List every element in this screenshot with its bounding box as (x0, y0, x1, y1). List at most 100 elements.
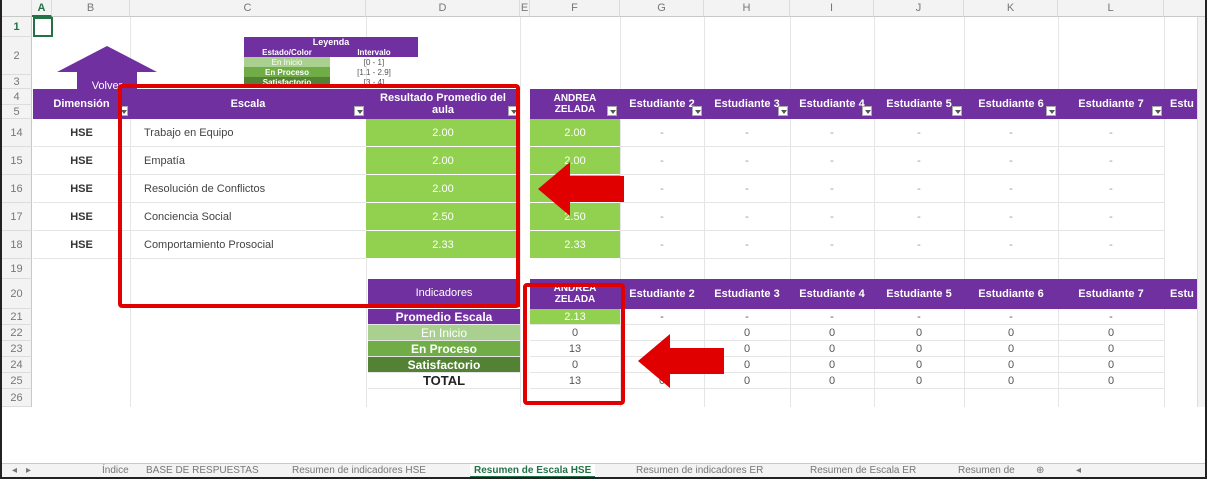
cell-student-score[interactable]: - (1058, 203, 1164, 231)
row-header[interactable]: 15 (2, 147, 32, 175)
cell-student-score[interactable]: - (704, 147, 790, 175)
cell-student-score[interactable]: - (790, 231, 874, 259)
cell-student-score[interactable]: - (790, 147, 874, 175)
cell-student-value[interactable]: 0 (790, 373, 874, 389)
tab-resumen-indicadores-hse[interactable]: Resumen de indicadores HSE (288, 464, 430, 477)
cell-student-score[interactable]: - (620, 203, 704, 231)
cell-student-score[interactable]: - (620, 175, 704, 203)
cell-student-value[interactable]: 0 (874, 341, 964, 357)
col-header-j[interactable]: J (874, 0, 964, 17)
row-header[interactable]: 4 (2, 89, 32, 105)
row-header[interactable]: 5 (2, 105, 32, 119)
col-header-e[interactable]: E (520, 0, 530, 17)
filter-dropdown-button[interactable] (607, 106, 617, 116)
cell-student-value[interactable]: 0 (874, 357, 964, 373)
tab-resumen-indicadores-er[interactable]: Resumen de indicadores ER (632, 464, 767, 477)
col-header-k[interactable]: K (964, 0, 1058, 17)
scroll-left-icon[interactable]: ◂ (1072, 464, 1085, 477)
tab-nav-prev-icon[interactable]: ◂ (8, 464, 21, 477)
cell-student-score[interactable]: - (704, 203, 790, 231)
cell-student-value[interactable]: 0 (964, 325, 1058, 341)
cell-student-score[interactable]: - (1058, 119, 1164, 147)
cell-student-score[interactable]: - (620, 147, 704, 175)
row-header[interactable]: 1 (2, 17, 32, 37)
cell-student-value[interactable]: 0 (1058, 325, 1164, 341)
cell-indicador-label[interactable]: En Proceso (368, 341, 520, 357)
cell-student-value[interactable]: 0 (964, 341, 1058, 357)
cell-student-score[interactable]: - (1058, 147, 1164, 175)
spreadsheet[interactable]: A B C D E F G H I J K L 1 2 3 4 5 14 15 … (0, 0, 1207, 479)
row-header[interactable]: 26 (2, 389, 32, 407)
row-header[interactable]: 25 (2, 373, 32, 389)
add-sheet-icon[interactable]: ⊕ (1032, 464, 1048, 477)
filter-dropdown-button[interactable] (952, 106, 962, 116)
cell-indicador-label[interactable]: TOTAL (368, 373, 520, 389)
cell-student-score[interactable]: - (790, 175, 874, 203)
cell-dimension[interactable]: HSE (33, 175, 130, 203)
tab-resumen-escala-hse[interactable]: Resumen de Escala HSE (470, 464, 596, 477)
cell-student-score[interactable]: - (964, 175, 1058, 203)
cell-student-score[interactable]: - (874, 203, 964, 231)
cell-student-score[interactable]: - (964, 231, 1058, 259)
filter-dropdown-button[interactable] (778, 106, 788, 116)
cell-student-value[interactable]: 0 (1058, 341, 1164, 357)
filter-dropdown-button[interactable] (692, 106, 702, 116)
cell-student-score[interactable]: - (1058, 231, 1164, 259)
cell-student-score[interactable]: - (704, 231, 790, 259)
row-header[interactable]: 17 (2, 203, 32, 231)
cell-student-score[interactable]: - (620, 119, 704, 147)
cell-student-score[interactable]: - (964, 203, 1058, 231)
cell-student-value[interactable]: 0 (964, 357, 1058, 373)
row-header[interactable]: 24 (2, 357, 32, 373)
row-header[interactable]: 22 (2, 325, 32, 341)
col-header-f[interactable]: F (530, 0, 620, 17)
cell-student-score[interactable]: - (790, 203, 874, 231)
cell-student-score[interactable]: 2.33 (530, 231, 620, 259)
cell-student-score[interactable]: - (790, 119, 874, 147)
col-header-h[interactable]: H (704, 0, 790, 17)
row-header[interactable]: 2 (2, 37, 32, 75)
cell-student-value[interactable]: 0 (874, 325, 964, 341)
cell-dimension[interactable]: HSE (33, 203, 130, 231)
tab-nav-next-icon[interactable]: ▸ (22, 464, 35, 477)
cell-student-value[interactable]: 0 (790, 341, 874, 357)
cell-dimension[interactable]: HSE (33, 147, 130, 175)
row-header[interactable]: 23 (2, 341, 32, 357)
tab-resumen-more[interactable]: Resumen de (954, 464, 1019, 477)
filter-dropdown-button[interactable] (1046, 106, 1056, 116)
cell-indicador-label[interactable]: En Inicio (368, 325, 520, 341)
cell-indicador-label[interactable]: Satisfactorio (368, 357, 520, 373)
row-header[interactable]: 21 (2, 309, 32, 325)
vertical-scrollbar[interactable] (1197, 17, 1205, 407)
cell-student-value[interactable]: 0 (1058, 373, 1164, 389)
cell-student-value[interactable]: 0 (964, 373, 1058, 389)
cell-student-score[interactable]: - (964, 119, 1058, 147)
cell-student-score[interactable]: - (704, 119, 790, 147)
cell-dimension[interactable]: HSE (33, 231, 130, 259)
cell-student-score[interactable]: - (874, 231, 964, 259)
cell-student-value[interactable]: - (874, 309, 964, 325)
filter-dropdown-button[interactable] (1152, 106, 1162, 116)
row-header[interactable]: 18 (2, 231, 32, 259)
cell-student-score[interactable]: - (874, 147, 964, 175)
cell-student-score[interactable]: 2.00 (530, 119, 620, 147)
tab-resumen-escala-er[interactable]: Resumen de Escala ER (806, 464, 920, 477)
cell-student-score[interactable]: - (1058, 175, 1164, 203)
row-header[interactable]: 19 (2, 259, 32, 279)
col-header-m[interactable] (1164, 0, 1205, 17)
col-header-a[interactable]: A (32, 0, 52, 17)
cell-student-value[interactable]: 0 (874, 373, 964, 389)
cell-student-score[interactable]: - (874, 175, 964, 203)
col-header-b[interactable]: B (52, 0, 130, 17)
row-header[interactable]: 20 (2, 279, 32, 309)
cell-student-score[interactable]: - (964, 147, 1058, 175)
cell-student-score[interactable]: - (704, 175, 790, 203)
filter-dropdown-button[interactable] (862, 106, 872, 116)
cell-student-value[interactable]: - (790, 309, 874, 325)
tab-base-respuestas[interactable]: BASE DE RESPUESTAS (142, 464, 263, 477)
cell-student-value[interactable]: 0 (1058, 357, 1164, 373)
cell-student-value[interactable]: 0 (790, 357, 874, 373)
col-header-c[interactable]: C (130, 0, 366, 17)
active-cell[interactable] (33, 17, 53, 37)
cell-student-score[interactable]: - (620, 231, 704, 259)
